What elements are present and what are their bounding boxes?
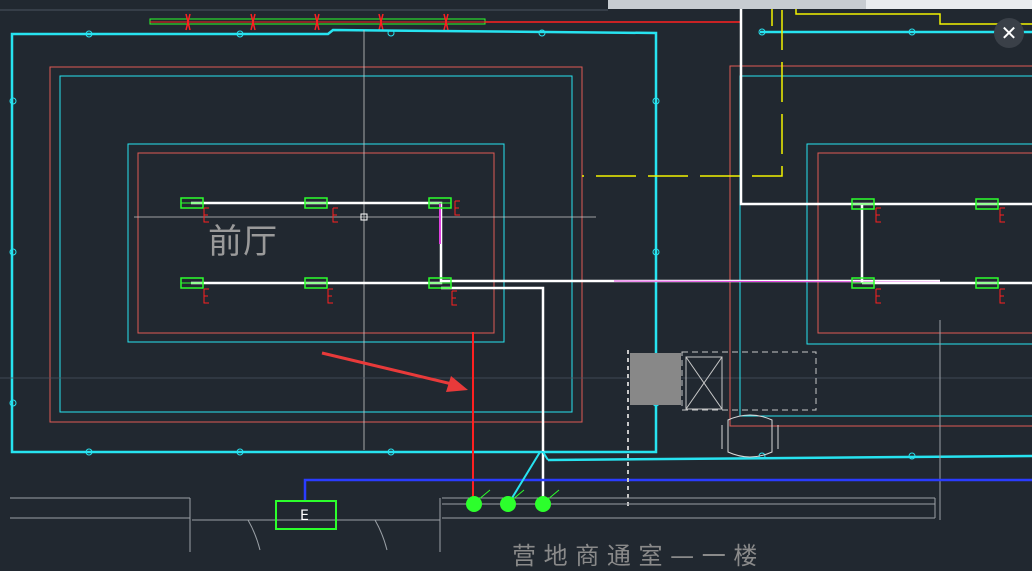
ceiling-outline-cyan xyxy=(59,75,573,413)
yellow-wire-1 xyxy=(582,10,783,177)
fixture-2 xyxy=(304,197,328,209)
fixture-4 xyxy=(180,277,204,289)
wall-markers xyxy=(9,28,916,460)
equipment-block xyxy=(630,353,681,405)
wall-outer-cyan-left xyxy=(10,28,658,454)
right-room-outline-red xyxy=(729,65,1032,427)
right-inner-red xyxy=(817,152,1032,334)
room-label: 前厅 xyxy=(208,222,278,262)
white-wire-right-top xyxy=(739,0,1032,206)
switches xyxy=(466,489,560,512)
right-wall-cyan-bottom xyxy=(547,454,1032,462)
light-fixtures xyxy=(180,197,999,289)
ceiling-outline-red-outer xyxy=(49,66,583,423)
fixture-5 xyxy=(304,277,328,289)
annotation-arrow xyxy=(321,351,468,392)
fixture-1 xyxy=(180,197,204,209)
bottom-room-label: 营 地 商 通 室 — 一 楼 xyxy=(512,542,758,570)
ceiling-inner-cyan xyxy=(127,143,505,343)
cad-drawing-canvas[interactable] xyxy=(0,0,1032,552)
right-room-outline-cyan xyxy=(739,75,1032,417)
panel-label: E xyxy=(300,508,309,524)
toolbar-buttons[interactable] xyxy=(866,0,1032,9)
blue-wire xyxy=(303,478,1032,502)
toolbar-strip xyxy=(608,0,866,9)
elevator-shaft xyxy=(681,351,817,411)
right-inner-cyan xyxy=(806,143,1032,345)
fixture-10 xyxy=(975,277,999,289)
fixture-8 xyxy=(975,198,999,210)
close-button[interactable]: ✕ xyxy=(994,18,1024,48)
